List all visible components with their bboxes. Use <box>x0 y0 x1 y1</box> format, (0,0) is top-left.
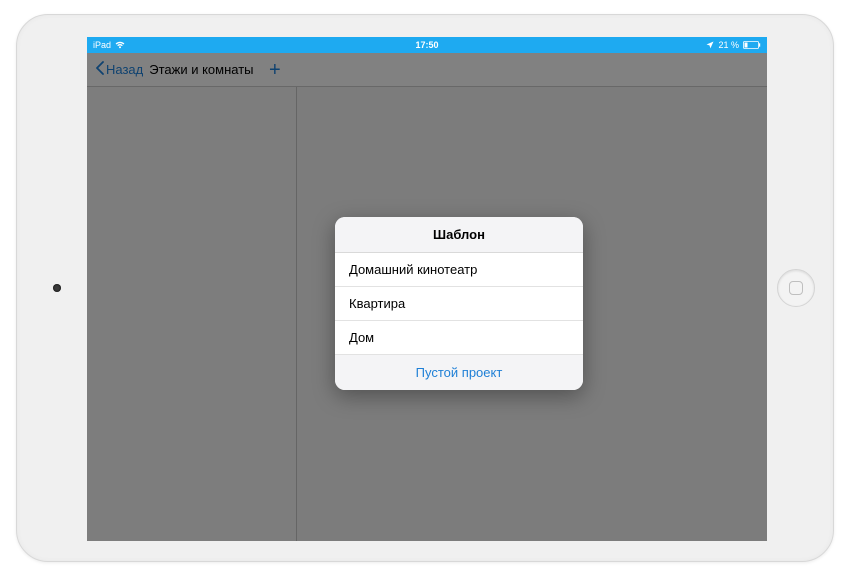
template-popover: Шаблон Домашний кинотеатр Квартира Дом П… <box>335 217 583 390</box>
ipad-device-frame: iPad 17:50 21 % На <box>16 14 834 562</box>
screen: iPad 17:50 21 % На <box>87 37 767 541</box>
wifi-icon <box>115 41 125 49</box>
home-button[interactable] <box>777 269 815 307</box>
battery-percent: 21 % <box>718 40 739 50</box>
home-button-icon <box>789 281 803 295</box>
popover-item-house[interactable]: Дом <box>335 321 583 355</box>
camera-dot <box>53 284 61 292</box>
battery-icon <box>743 41 761 49</box>
popover-title: Шаблон <box>335 217 583 253</box>
popover-item-apartment[interactable]: Квартира <box>335 287 583 321</box>
carrier-label: iPad <box>93 40 111 50</box>
status-bar: iPad 17:50 21 % <box>87 37 767 53</box>
location-icon <box>706 41 714 49</box>
clock: 17:50 <box>415 40 438 50</box>
popover-item-home-theater[interactable]: Домашний кинотеатр <box>335 253 583 287</box>
popover-empty-project[interactable]: Пустой проект <box>335 355 583 390</box>
